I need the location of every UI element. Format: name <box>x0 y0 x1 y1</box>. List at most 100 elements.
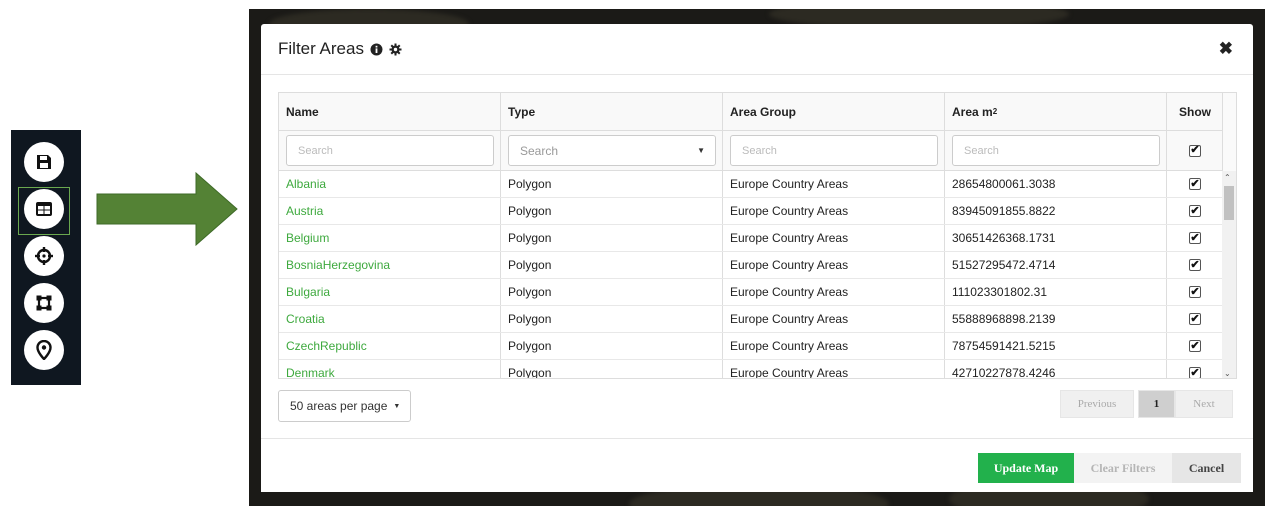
scroll-down-icon[interactable]: ⌄ <box>1224 369 1231 378</box>
column-header-name[interactable]: Name <box>279 93 501 130</box>
area-name-link[interactable]: Denmark <box>279 360 501 378</box>
scroll-up-icon[interactable]: ⌃ <box>1224 173 1231 182</box>
area-group-cell: Europe Country Areas <box>723 279 945 305</box>
show-checkbox[interactable]: ✔ <box>1189 340 1201 352</box>
dialog-title: Filter Areas <box>278 39 402 59</box>
dialog-title-text: Filter Areas <box>278 39 364 58</box>
polygon-icon <box>36 295 52 311</box>
show-checkbox[interactable]: ✔ <box>1189 313 1201 325</box>
area-group-cell: Europe Country Areas <box>723 198 945 224</box>
previous-page-button[interactable]: Previous <box>1060 390 1134 418</box>
update-map-button[interactable]: Update Map <box>978 453 1074 483</box>
area-name-link[interactable]: BosniaHerzegovina <box>279 252 501 278</box>
area-type-cell: Polygon <box>501 252 723 278</box>
area-size-cell: 30651426368.1731 <box>945 225 1167 251</box>
screenshot-stage: Filter Areas ✖ Name Type Area Group Area… <box>0 0 1265 506</box>
info-icon[interactable] <box>370 43 383 56</box>
save-button[interactable] <box>24 142 64 182</box>
map-toolbar <box>11 130 81 385</box>
area-type-cell: Polygon <box>501 306 723 332</box>
save-icon <box>37 155 51 169</box>
show-checkbox[interactable]: ✔ <box>1189 232 1201 244</box>
map-pin-icon <box>36 340 52 360</box>
table-row: Croatia Polygon Europe Country Areas 558889… <box>279 306 1224 333</box>
area-size-cell: 78754591421.5215 <box>945 333 1167 359</box>
caret-down-icon: ▼ <box>697 146 705 155</box>
column-header-show[interactable]: Show <box>1167 93 1224 130</box>
table-row: CzechRepublic Polygon Europe Country Areas… <box>279 333 1224 360</box>
dialog-footer: Update Map Clear Filters Cancel <box>261 438 1253 492</box>
area-type-cell: Polygon <box>501 333 723 359</box>
area-name-link[interactable]: Belgium <box>279 225 501 251</box>
type-select[interactable]: Search ▼ <box>508 135 716 166</box>
pagination: Previous 1 Next <box>1060 390 1233 418</box>
table-row: Albania Polygon Europe Country Areas 286548… <box>279 171 1224 198</box>
show-checkbox[interactable]: ✔ <box>1189 367 1201 378</box>
show-checkbox[interactable]: ✔ <box>1189 286 1201 298</box>
per-page-label: 50 areas per page <box>290 399 388 413</box>
table-row: BosniaHerzegovina Polygon Europe Country A… <box>279 252 1224 279</box>
area-type-cell: Polygon <box>501 279 723 305</box>
name-search-input[interactable]: Search <box>286 135 494 166</box>
scrollbar-thumb[interactable] <box>1224 186 1234 220</box>
clear-filters-button[interactable]: Clear Filters <box>1074 453 1172 483</box>
areas-table: Name Type Area Group Area m2 Show Search… <box>278 92 1237 379</box>
next-page-button[interactable]: Next <box>1175 390 1233 418</box>
area-name-link[interactable]: Bulgaria <box>279 279 501 305</box>
gear-icon[interactable] <box>389 43 402 56</box>
cancel-button[interactable]: Cancel <box>1172 453 1241 483</box>
area-size-cell: 51527295472.4714 <box>945 252 1167 278</box>
area-header-superscript: 2 <box>992 107 998 116</box>
area-name-link[interactable]: Austria <box>279 198 501 224</box>
area-group-cell: Europe Country Areas <box>723 225 945 251</box>
area-type-cell: Polygon <box>501 198 723 224</box>
show-checkbox[interactable]: ✔ <box>1189 259 1201 271</box>
filter-areas-dialog: Filter Areas ✖ Name Type Area Group Area… <box>261 24 1253 492</box>
area-type-cell: Polygon <box>501 225 723 251</box>
close-icon: ✖ <box>1218 39 1233 58</box>
show-checkbox[interactable]: ✔ <box>1189 205 1201 217</box>
area-name-link[interactable]: CzechRepublic <box>279 333 501 359</box>
area-name-link[interactable]: Albania <box>279 171 501 197</box>
current-page-button[interactable]: 1 <box>1138 390 1175 418</box>
right-arrow-icon <box>96 172 238 246</box>
area-size-cell: 83945091855.8822 <box>945 198 1167 224</box>
table-row: Denmark Polygon Europe Country Areas 427102… <box>279 360 1224 378</box>
area-group-cell: Europe Country Areas <box>723 306 945 332</box>
table-row: Belgium Polygon Europe Country Areas 306514… <box>279 225 1224 252</box>
caret-down-icon: ▼ <box>393 402 401 410</box>
show-checkbox[interactable]: ✔ <box>1189 178 1201 190</box>
show-all-checkbox[interactable]: ✔ <box>1189 144 1201 157</box>
draw-polygon-button[interactable] <box>24 283 64 323</box>
area-search-input[interactable]: Search <box>952 135 1160 166</box>
type-select-value: Search <box>520 143 559 158</box>
area-type-cell: Polygon <box>501 171 723 197</box>
area-type-cell: Polygon <box>501 360 723 378</box>
table-row: Bulgaria Polygon Europe Country Areas 11102… <box>279 279 1224 306</box>
area-header-label: Area m <box>952 104 993 119</box>
area-group-cell: Europe Country Areas <box>723 171 945 197</box>
area-size-cell: 28654800061.3038 <box>945 171 1167 197</box>
table-filter-row: Search Search ▼ Search Search ✔ <box>279 131 1224 171</box>
table-row: Austria Polygon Europe Country Areas 839450… <box>279 198 1224 225</box>
crosshair-icon <box>35 247 53 265</box>
column-header-type[interactable]: Type <box>501 93 723 130</box>
area-size-cell: 42710227878.4246 <box>945 360 1167 378</box>
area-group-cell: Europe Country Areas <box>723 252 945 278</box>
dialog-header: Filter Areas ✖ <box>261 24 1253 75</box>
column-header-area[interactable]: Area m2 <box>945 93 1167 130</box>
per-page-dropdown[interactable]: 50 areas per page ▼ <box>278 390 411 422</box>
marker-button[interactable] <box>24 330 64 370</box>
filter-table-button[interactable] <box>24 189 64 229</box>
area-name-link[interactable]: Croatia <box>279 306 501 332</box>
table-scrollbar[interactable]: ⌃ ⌄ <box>1222 171 1236 378</box>
area-group-cell: Europe Country Areas <box>723 333 945 359</box>
locate-button[interactable] <box>24 236 64 276</box>
area-size-cell: 55888968898.2139 <box>945 306 1167 332</box>
table-header-row: Name Type Area Group Area m2 Show <box>279 93 1224 131</box>
table-icon <box>36 202 52 216</box>
area-size-cell: 111023301802.31 <box>945 279 1167 305</box>
column-header-area-group[interactable]: Area Group <box>723 93 945 130</box>
area-group-search-input[interactable]: Search <box>730 135 938 166</box>
close-button[interactable]: ✖ <box>1219 39 1233 59</box>
